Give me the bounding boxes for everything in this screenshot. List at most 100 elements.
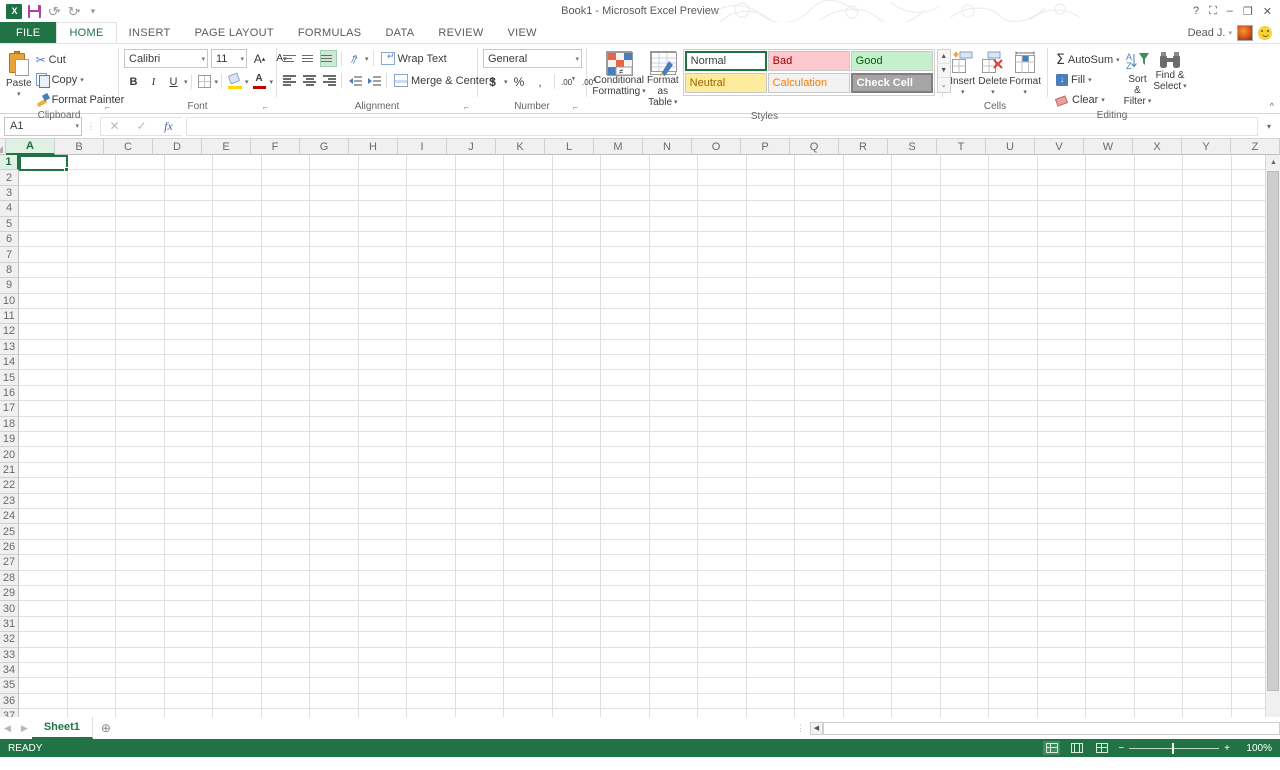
cell-D21[interactable]	[164, 462, 213, 479]
cell-J37[interactable]	[455, 709, 504, 717]
cell-L8[interactable]	[552, 262, 601, 279]
customize-qat-icon[interactable]: ▾	[84, 1, 104, 21]
cell-K34[interactable]	[504, 662, 553, 679]
cell-I12[interactable]	[407, 324, 456, 340]
column-header-Q[interactable]: Q	[790, 139, 839, 155]
cell-Q6[interactable]	[795, 231, 844, 248]
sheet-tab-sheet1[interactable]: Sheet1	[31, 717, 93, 739]
cell-C3[interactable]	[116, 185, 165, 202]
row-header-6[interactable]: 6	[0, 231, 19, 248]
row-header-1[interactable]: 1	[0, 155, 19, 171]
cell-N6[interactable]	[649, 231, 698, 248]
cell-K19[interactable]	[504, 432, 553, 448]
cell-O18[interactable]	[698, 416, 747, 433]
cell-H20[interactable]	[358, 447, 407, 463]
cell-G18[interactable]	[310, 416, 359, 433]
insert-cells-button[interactable]: Insert ▾	[948, 49, 977, 100]
cell-P23[interactable]	[746, 493, 795, 509]
cell-U30[interactable]	[989, 601, 1038, 617]
cell-I4[interactable]	[407, 201, 456, 217]
clipboard-dialog-launcher[interactable]: ⌐	[105, 103, 114, 112]
style-normal[interactable]: Normal	[684, 51, 767, 71]
orientation-caret-icon[interactable]: ▾	[365, 55, 369, 63]
cell-T9[interactable]	[940, 278, 989, 294]
cell-X1[interactable]	[1134, 155, 1183, 171]
cell-S14[interactable]	[892, 355, 941, 371]
cell-T33[interactable]	[940, 647, 989, 663]
cell-T14[interactable]	[940, 355, 989, 371]
cell-J23[interactable]	[455, 493, 504, 509]
cell-T19[interactable]	[940, 432, 989, 448]
align-middle-button[interactable]	[301, 50, 318, 67]
cell-S33[interactable]	[892, 647, 941, 663]
cell-D34[interactable]	[164, 662, 213, 679]
cell-F34[interactable]	[261, 662, 310, 679]
cell-U37[interactable]	[989, 709, 1038, 717]
cell-G4[interactable]	[310, 201, 359, 217]
cell-A6[interactable]	[19, 231, 68, 248]
cell-H26[interactable]	[358, 539, 407, 556]
cell-J30[interactable]	[455, 601, 504, 617]
cell-E3[interactable]	[213, 185, 262, 202]
cell-O3[interactable]	[698, 185, 747, 202]
cell-X23[interactable]	[1134, 493, 1183, 509]
cell-V3[interactable]	[1037, 185, 1086, 202]
cell-F7[interactable]	[261, 247, 310, 263]
cell-B1[interactable]	[67, 155, 116, 171]
cell-G13[interactable]	[310, 339, 359, 356]
cell-E27[interactable]	[213, 555, 262, 571]
cell-E31[interactable]	[213, 616, 262, 633]
cell-E19[interactable]	[213, 432, 262, 448]
cell-K29[interactable]	[504, 585, 553, 602]
cell-U9[interactable]	[989, 278, 1038, 294]
align-left-button[interactable]	[282, 72, 299, 89]
fill-button[interactable]: ↓ Fill ▾	[1053, 70, 1123, 89]
cell-W34[interactable]	[1086, 662, 1135, 679]
cell-H33[interactable]	[358, 647, 407, 663]
cell-X16[interactable]	[1134, 385, 1183, 402]
cell-N30[interactable]	[649, 601, 698, 617]
row-header-15[interactable]: 15	[0, 370, 19, 386]
delete-caret-icon[interactable]: ▾	[991, 87, 995, 98]
cell-R30[interactable]	[843, 601, 892, 617]
cell-Y21[interactable]	[1183, 462, 1232, 479]
cell-E10[interactable]	[213, 293, 262, 309]
cell-W3[interactable]	[1086, 185, 1135, 202]
cell-M37[interactable]	[601, 709, 650, 717]
cell-C30[interactable]	[116, 601, 165, 617]
cell-F32[interactable]	[261, 632, 310, 648]
cell-R12[interactable]	[843, 324, 892, 340]
cell-M19[interactable]	[601, 432, 650, 448]
cell-N14[interactable]	[649, 355, 698, 371]
tab-insert[interactable]: INSERT	[117, 22, 183, 43]
format-cells-button[interactable]: Format ▾	[1008, 49, 1042, 100]
zoom-track[interactable]	[1129, 742, 1220, 754]
cell-E11[interactable]	[213, 308, 262, 325]
cell-Q11[interactable]	[795, 308, 844, 325]
cell-T27[interactable]	[940, 555, 989, 571]
cell-B35[interactable]	[67, 678, 116, 694]
zoom-out-button[interactable]: −	[1118, 743, 1124, 754]
cell-D27[interactable]	[164, 555, 213, 571]
cell-I14[interactable]	[407, 355, 456, 371]
increase-font-size-button[interactable]: A ▴	[250, 49, 269, 68]
row-header-28[interactable]: 28	[0, 570, 19, 586]
cell-W29[interactable]	[1086, 585, 1135, 602]
cell-K5[interactable]	[504, 216, 553, 232]
cell-M3[interactable]	[601, 185, 650, 202]
cell-Q25[interactable]	[795, 524, 844, 540]
cell-U8[interactable]	[989, 262, 1038, 279]
cell-L12[interactable]	[552, 324, 601, 340]
orientation-button[interactable]: ⇗	[346, 50, 363, 67]
cell-I35[interactable]	[407, 678, 456, 694]
cell-D9[interactable]	[164, 278, 213, 294]
cell-A18[interactable]	[19, 416, 68, 433]
cell-A5[interactable]	[19, 216, 68, 232]
cell-S2[interactable]	[892, 170, 941, 186]
cell-N25[interactable]	[649, 524, 698, 540]
cell-U33[interactable]	[989, 647, 1038, 663]
row-header-7[interactable]: 7	[0, 247, 19, 263]
cell-K32[interactable]	[504, 632, 553, 648]
cell-X10[interactable]	[1134, 293, 1183, 309]
cell-Y12[interactable]	[1183, 324, 1232, 340]
